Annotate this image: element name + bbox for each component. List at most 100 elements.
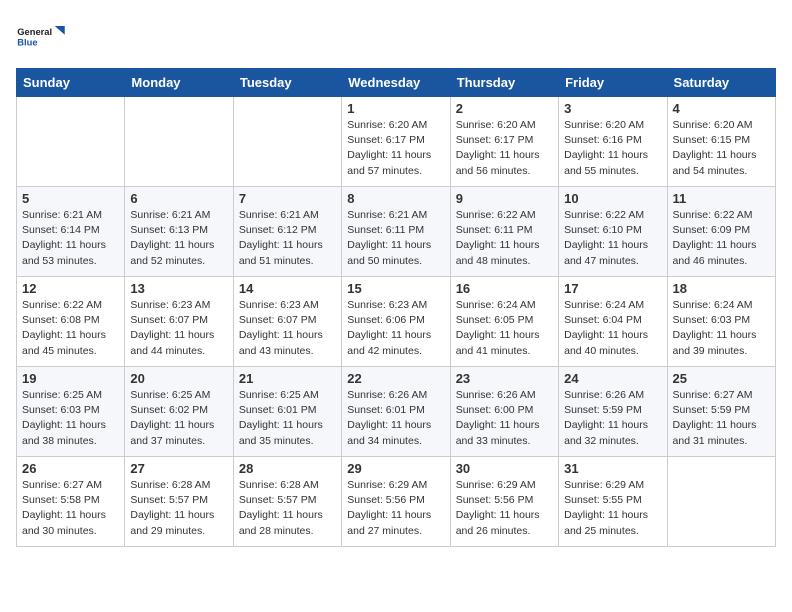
day-number: 20: [130, 371, 227, 386]
day-info: Sunrise: 6:21 AM Sunset: 6:13 PM Dayligh…: [130, 208, 227, 269]
day-number: 7: [239, 191, 336, 206]
calendar-cell: 21 Sunrise: 6:25 AM Sunset: 6:01 PM Dayli…: [233, 367, 341, 457]
calendar-cell: 6Sunrise: 6:21 AM Sunset: 6:13 PM Daylig…: [125, 187, 233, 277]
calendar-cell: 27Sunrise: 6:28 AM Sunset: 5:57 PM Dayli…: [125, 457, 233, 547]
calendar-week-row: 19 Sunrise: 6:25 AM Sunset: 6:03 PM Dayli…: [17, 367, 776, 457]
calendar-cell: 3 Sunrise: 6:20 AM Sunset: 6:16 PM Daylig…: [559, 97, 667, 187]
calendar-week-row: 1 Sunrise: 6:20 AM Sunset: 6:17 PM Daylig…: [17, 97, 776, 187]
day-number: 17: [564, 281, 661, 296]
day-number: 9: [456, 191, 553, 206]
calendar-cell: 8 Sunrise: 6:21 AM Sunset: 6:11 PM Daylig…: [342, 187, 450, 277]
day-number: 2: [456, 101, 553, 116]
calendar-cell: 20 Sunrise: 6:25 AM Sunset: 6:02 PM Dayli…: [125, 367, 233, 457]
day-info: Sunrise: 6:25 AM Sunset: 6:01 PM Dayligh…: [239, 388, 336, 449]
day-number: 18: [673, 281, 770, 296]
day-info: Sunrise: 6:26 AM Sunset: 6:01 PM Dayligh…: [347, 388, 444, 449]
day-number: 1: [347, 101, 444, 116]
calendar-cell: [125, 97, 233, 187]
day-info: Sunrise: 6:24 AM Sunset: 6:05 PM Dayligh…: [456, 298, 553, 359]
calendar-cell: 31 Sunrise: 6:29 AM Sunset: 5:55 PM Dayli…: [559, 457, 667, 547]
day-info: Sunrise: 6:21 AM Sunset: 6:11 PM Dayligh…: [347, 208, 444, 269]
day-info: Sunrise: 6:23 AM Sunset: 6:07 PM Dayligh…: [239, 298, 336, 359]
day-number: 30: [456, 461, 553, 476]
day-info: Sunrise: 6:28 AM Sunset: 5:57 PM Dayligh…: [130, 478, 227, 539]
day-info: Sunrise: 6:29 AM Sunset: 5:55 PM Dayligh…: [564, 478, 661, 539]
day-info: Sunrise: 6:25 AM Sunset: 6:03 PM Dayligh…: [22, 388, 119, 449]
day-number: 28: [239, 461, 336, 476]
calendar-header-row: SundayMondayTuesdayWednesdayThursdayFrid…: [17, 69, 776, 97]
weekday-header-sunday: Sunday: [17, 69, 125, 97]
calendar-cell: 9 Sunrise: 6:22 AM Sunset: 6:11 PM Daylig…: [450, 187, 558, 277]
day-number: 31: [564, 461, 661, 476]
calendar-cell: 14 Sunrise: 6:23 AM Sunset: 6:07 PM Dayli…: [233, 277, 341, 367]
calendar-table: SundayMondayTuesdayWednesdayThursdayFrid…: [16, 68, 776, 547]
logo: General Blue: [16, 16, 66, 56]
calendar-cell: 22Sunrise: 6:26 AM Sunset: 6:01 PM Dayli…: [342, 367, 450, 457]
day-info: Sunrise: 6:20 AM Sunset: 6:16 PM Dayligh…: [564, 118, 661, 179]
calendar-cell: [667, 457, 775, 547]
calendar-cell: 23 Sunrise: 6:26 AM Sunset: 6:00 PM Dayli…: [450, 367, 558, 457]
day-number: 13: [130, 281, 227, 296]
day-info: Sunrise: 6:27 AM Sunset: 5:58 PM Dayligh…: [22, 478, 119, 539]
day-info: Sunrise: 6:23 AM Sunset: 6:06 PM Dayligh…: [347, 298, 444, 359]
day-number: 8: [347, 191, 444, 206]
day-number: 24: [564, 371, 661, 386]
calendar-cell: 4 Sunrise: 6:20 AM Sunset: 6:15 PM Daylig…: [667, 97, 775, 187]
calendar-body: 1 Sunrise: 6:20 AM Sunset: 6:17 PM Daylig…: [17, 97, 776, 547]
day-info: Sunrise: 6:29 AM Sunset: 5:56 PM Dayligh…: [347, 478, 444, 539]
weekday-header-monday: Monday: [125, 69, 233, 97]
day-info: Sunrise: 6:28 AM Sunset: 5:57 PM Dayligh…: [239, 478, 336, 539]
calendar-week-row: 26Sunrise: 6:27 AM Sunset: 5:58 PM Dayli…: [17, 457, 776, 547]
calendar-cell: 2 Sunrise: 6:20 AM Sunset: 6:17 PM Daylig…: [450, 97, 558, 187]
day-info: Sunrise: 6:20 AM Sunset: 6:15 PM Dayligh…: [673, 118, 770, 179]
weekday-header-tuesday: Tuesday: [233, 69, 341, 97]
weekday-header-thursday: Thursday: [450, 69, 558, 97]
calendar-cell: 25 Sunrise: 6:27 AM Sunset: 5:59 PM Dayli…: [667, 367, 775, 457]
calendar-cell: 12Sunrise: 6:22 AM Sunset: 6:08 PM Dayli…: [17, 277, 125, 367]
weekday-header-saturday: Saturday: [667, 69, 775, 97]
logo-svg: General Blue: [16, 16, 66, 56]
day-info: Sunrise: 6:22 AM Sunset: 6:10 PM Dayligh…: [564, 208, 661, 269]
day-number: 11: [673, 191, 770, 206]
day-number: 5: [22, 191, 119, 206]
day-number: 14: [239, 281, 336, 296]
day-number: 16: [456, 281, 553, 296]
day-number: 29: [347, 461, 444, 476]
day-number: 23: [456, 371, 553, 386]
day-info: Sunrise: 6:22 AM Sunset: 6:11 PM Dayligh…: [456, 208, 553, 269]
day-info: Sunrise: 6:29 AM Sunset: 5:56 PM Dayligh…: [456, 478, 553, 539]
calendar-cell: 17Sunrise: 6:24 AM Sunset: 6:04 PM Dayli…: [559, 277, 667, 367]
day-info: Sunrise: 6:26 AM Sunset: 5:59 PM Dayligh…: [564, 388, 661, 449]
calendar-cell: [233, 97, 341, 187]
page-header: General Blue: [16, 16, 776, 56]
day-info: Sunrise: 6:21 AM Sunset: 6:14 PM Dayligh…: [22, 208, 119, 269]
day-number: 19: [22, 371, 119, 386]
calendar-cell: 30 Sunrise: 6:29 AM Sunset: 5:56 PM Dayli…: [450, 457, 558, 547]
svg-text:General: General: [17, 27, 52, 37]
calendar-cell: 1 Sunrise: 6:20 AM Sunset: 6:17 PM Daylig…: [342, 97, 450, 187]
day-info: Sunrise: 6:26 AM Sunset: 6:00 PM Dayligh…: [456, 388, 553, 449]
calendar-cell: 16 Sunrise: 6:24 AM Sunset: 6:05 PM Dayli…: [450, 277, 558, 367]
day-info: Sunrise: 6:21 AM Sunset: 6:12 PM Dayligh…: [239, 208, 336, 269]
calendar-week-row: 12Sunrise: 6:22 AM Sunset: 6:08 PM Dayli…: [17, 277, 776, 367]
day-info: Sunrise: 6:22 AM Sunset: 6:09 PM Dayligh…: [673, 208, 770, 269]
day-info: Sunrise: 6:20 AM Sunset: 6:17 PM Dayligh…: [456, 118, 553, 179]
calendar-cell: 15Sunrise: 6:23 AM Sunset: 6:06 PM Dayli…: [342, 277, 450, 367]
day-number: 21: [239, 371, 336, 386]
calendar-cell: 13 Sunrise: 6:23 AM Sunset: 6:07 PM Dayli…: [125, 277, 233, 367]
calendar-cell: 26Sunrise: 6:27 AM Sunset: 5:58 PM Dayli…: [17, 457, 125, 547]
day-number: 10: [564, 191, 661, 206]
calendar-cell: 5 Sunrise: 6:21 AM Sunset: 6:14 PM Daylig…: [17, 187, 125, 277]
calendar-cell: 19 Sunrise: 6:25 AM Sunset: 6:03 PM Dayli…: [17, 367, 125, 457]
day-number: 4: [673, 101, 770, 116]
day-number: 3: [564, 101, 661, 116]
day-info: Sunrise: 6:27 AM Sunset: 5:59 PM Dayligh…: [673, 388, 770, 449]
day-number: 25: [673, 371, 770, 386]
day-info: Sunrise: 6:23 AM Sunset: 6:07 PM Dayligh…: [130, 298, 227, 359]
svg-text:Blue: Blue: [17, 37, 37, 47]
day-info: Sunrise: 6:25 AM Sunset: 6:02 PM Dayligh…: [130, 388, 227, 449]
calendar-cell: 18Sunrise: 6:24 AM Sunset: 6:03 PM Dayli…: [667, 277, 775, 367]
day-info: Sunrise: 6:20 AM Sunset: 6:17 PM Dayligh…: [347, 118, 444, 179]
calendar-cell: 11 Sunrise: 6:22 AM Sunset: 6:09 PM Dayli…: [667, 187, 775, 277]
weekday-header-friday: Friday: [559, 69, 667, 97]
